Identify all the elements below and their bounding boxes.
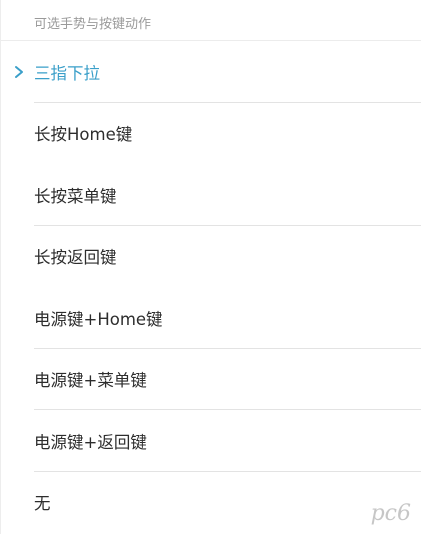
option-label: 三指下拉 bbox=[34, 63, 100, 83]
option-label: 电源键+Home键 bbox=[34, 309, 163, 329]
option-power-plus-home[interactable]: 电源键+Home键 bbox=[1, 287, 421, 349]
option-long-press-home[interactable]: 长按Home键 bbox=[1, 103, 421, 165]
settings-screen: 可选手势与按键动作 三指下拉 长按Home键 长按菜单键 长按返回键 电源键+H… bbox=[0, 0, 421, 534]
option-label: 长按菜单键 bbox=[34, 186, 117, 206]
option-none[interactable]: 无 bbox=[1, 472, 421, 534]
option-power-plus-back[interactable]: 电源键+返回键 bbox=[1, 410, 421, 472]
option-list: 三指下拉 长按Home键 长按菜单键 长按返回键 电源键+Home键 电源键+菜… bbox=[1, 41, 421, 533]
chevron-right-icon bbox=[15, 65, 23, 78]
option-label: 长按返回键 bbox=[34, 248, 117, 268]
section-header: 可选手势与按键动作 bbox=[1, 0, 421, 41]
option-long-press-menu[interactable]: 长按菜单键 bbox=[1, 164, 421, 226]
option-label: 无 bbox=[34, 494, 51, 514]
option-power-plus-menu[interactable]: 电源键+菜单键 bbox=[1, 349, 421, 411]
option-label: 电源键+菜单键 bbox=[34, 371, 147, 391]
option-long-press-back[interactable]: 长按返回键 bbox=[1, 226, 421, 288]
watermark: pc6 bbox=[371, 501, 411, 526]
option-three-finger-pull-down[interactable]: 三指下拉 bbox=[1, 41, 421, 103]
watermark-logo: pc6 bbox=[370, 501, 411, 526]
option-label: 电源键+返回键 bbox=[34, 432, 147, 452]
option-label: 长按Home键 bbox=[34, 125, 133, 145]
